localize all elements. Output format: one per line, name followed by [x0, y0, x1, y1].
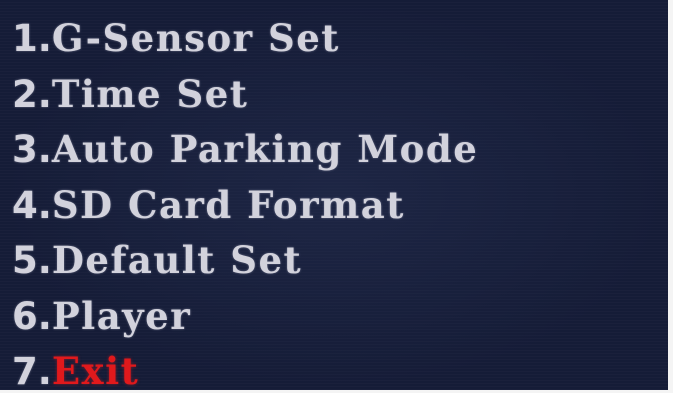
menu-item-label: Default Set	[51, 238, 303, 282]
menu-item-number: 2.	[12, 72, 52, 116]
menu-item-default-set[interactable]: 5.Default Set	[12, 233, 478, 289]
menu-item-label: Player	[51, 293, 192, 338]
menu-item-label-exit-selected: Exit	[51, 349, 140, 390]
menu-item-number: 1.	[12, 17, 52, 60]
menu-item-label: Auto Parking Mode	[51, 127, 479, 171]
osd-menu-screen: 1.G-Sensor Set 2.Time Set 3.Auto Parking…	[0, 0, 668, 390]
frame-border-right	[668, 0, 673, 393]
menu-item-number: 7.	[12, 350, 52, 390]
menu-item-label: G-Sensor Set	[51, 16, 340, 60]
menu-item-number: 3.	[12, 128, 52, 171]
menu-item-number: 6.	[12, 294, 52, 338]
settings-menu: 1.G-Sensor Set 2.Time Set 3.Auto Parking…	[12, 11, 478, 390]
menu-item-label: Time Set	[51, 71, 249, 116]
menu-item-player[interactable]: 6.Player	[12, 289, 478, 345]
menu-item-label: SD Card Format	[51, 182, 405, 227]
menu-item-time-set[interactable]: 2.Time Set	[12, 67, 478, 123]
menu-item-exit[interactable]: 7.Exit	[12, 344, 478, 390]
menu-item-auto-parking-mode[interactable]: 3.Auto Parking Mode	[12, 122, 478, 178]
menu-item-sd-card-format[interactable]: 4.SD Card Format	[12, 178, 478, 234]
menu-item-g-sensor-set[interactable]: 1.G-Sensor Set	[12, 11, 478, 67]
menu-item-number: 4.	[12, 183, 52, 227]
menu-item-number: 5.	[12, 239, 52, 282]
